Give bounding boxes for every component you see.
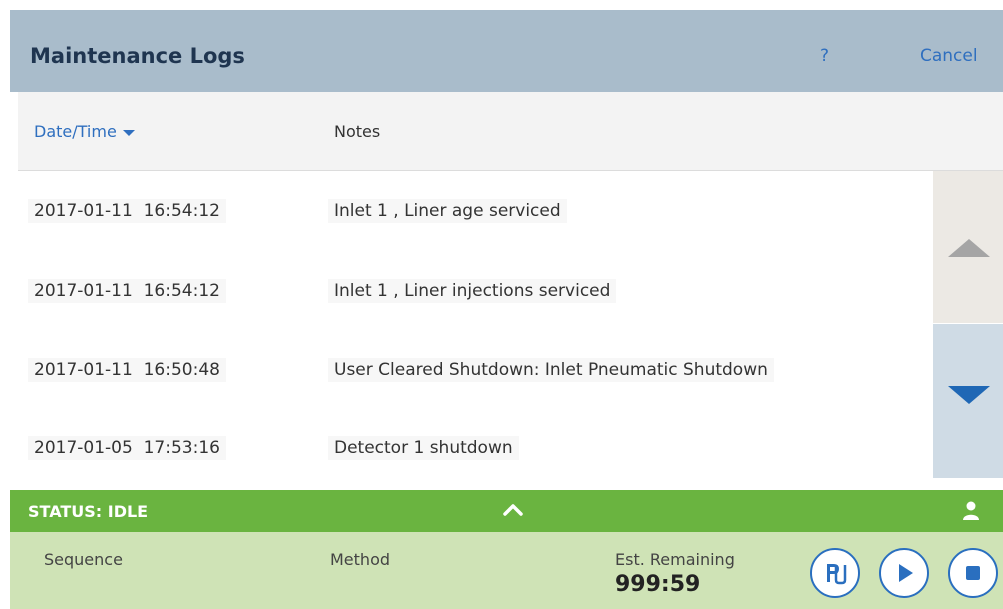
table-row[interactable]: 2017-01-11 16:50:48 User Cleared Shutdow… [18,330,933,408]
start-run-button[interactable] [879,548,929,598]
table-row[interactable]: 2017-01-11 16:54:12 Inlet 1 , Liner inje… [18,251,933,329]
arrow-up-icon [948,239,990,257]
column-label-datetime: Date/Time [34,122,117,141]
column-header-datetime[interactable]: Date/Time [34,122,135,141]
status-text: STATUS: IDLE [28,502,149,521]
table-header: Date/Time Notes [18,92,1003,171]
prep-icon [827,564,847,585]
sequence-label: Sequence [44,550,123,569]
row-datetime: 2017-01-11 16:50:48 [28,358,226,382]
chevron-up-icon[interactable] [502,500,524,522]
stop-icon [966,566,980,580]
page-title: Maintenance Logs [30,44,245,68]
est-remaining-value: 999:59 [615,572,701,597]
row-datetime: 2017-01-11 16:54:12 [28,199,226,223]
row-note: Detector 1 shutdown [328,436,519,460]
table-row[interactable]: 2017-01-05 17:53:16 Detector 1 shutdown [18,408,933,486]
scroll-up-button[interactable] [933,171,1003,323]
status-bar: STATUS: IDLE [10,490,1003,532]
row-note: Inlet 1 , Liner injections serviced [328,279,617,303]
stop-run-button[interactable] [948,548,998,598]
user-icon[interactable] [962,500,980,524]
scrollbar [933,171,1003,478]
logs-table: Date/Time Notes 2017-01-11 16:54:12 Inle… [18,92,1003,478]
scroll-down-button[interactable] [933,324,1003,478]
est-remaining-label: Est. Remaining [615,550,735,569]
row-note: User Cleared Shutdown: Inlet Pneumatic S… [328,358,774,382]
method-label: Method [330,550,391,569]
table-body: 2017-01-11 16:54:12 Inlet 1 , Liner age … [18,171,933,478]
table-row[interactable]: 2017-01-11 16:54:12 Inlet 1 , Liner age … [18,171,933,249]
column-header-notes: Notes [334,122,381,141]
help-button[interactable]: ? [820,46,829,66]
prep-run-button[interactable] [810,548,860,598]
row-datetime: 2017-01-05 17:53:16 [28,436,226,460]
play-icon [899,564,913,582]
row-note: Inlet 1 , Liner age serviced [328,199,567,223]
arrow-down-icon [948,386,990,404]
run-info-panel: Sequence Method Est. Remaining 999:59 [10,532,1003,609]
app-window: Maintenance Logs ? Cancel Date/Time Note… [0,0,1003,609]
cancel-button[interactable]: Cancel [920,46,978,66]
caret-down-icon [122,129,135,136]
header-bar: Maintenance Logs ? Cancel [10,10,1003,92]
row-datetime: 2017-01-11 16:54:12 [28,279,226,303]
